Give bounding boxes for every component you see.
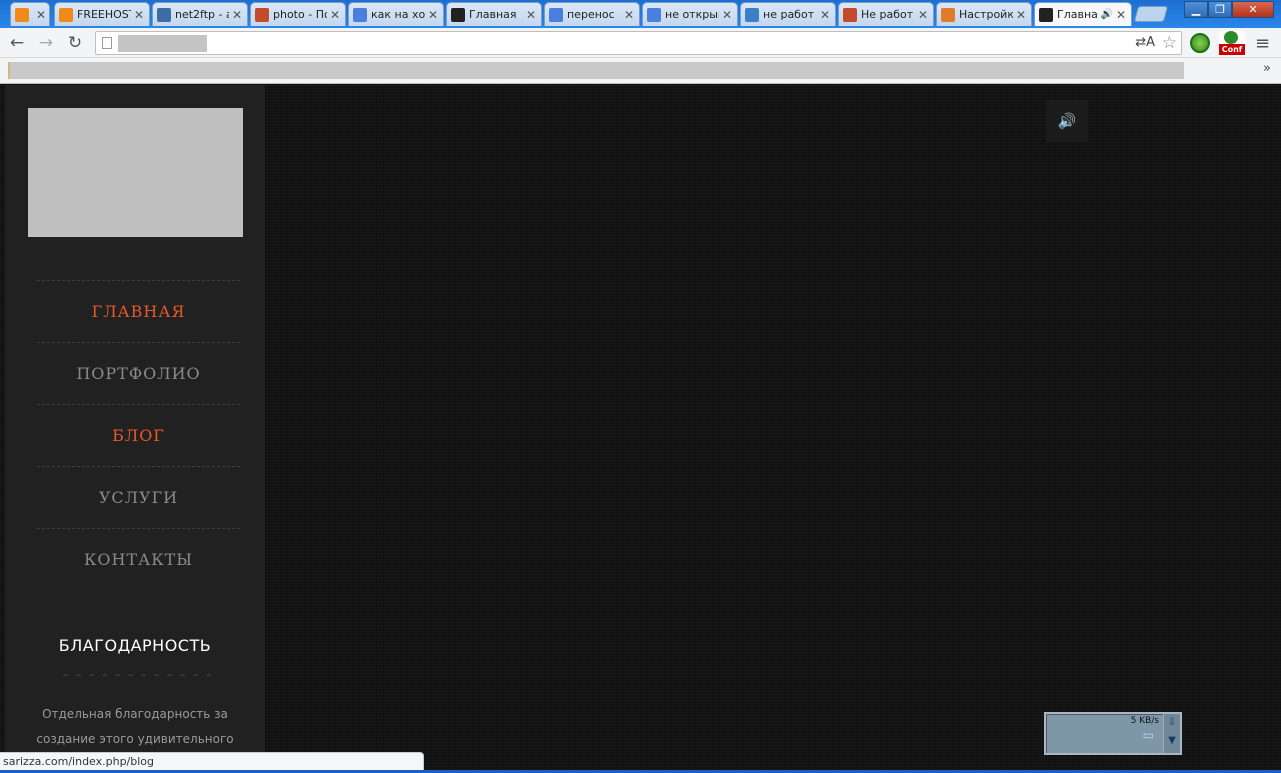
joomla-icon: [1039, 7, 1053, 22]
google-icon: [549, 7, 563, 22]
close-icon[interactable]: ✕: [525, 8, 537, 22]
close-icon[interactable]: ✕: [231, 8, 243, 22]
close-icon[interactable]: ✕: [721, 8, 733, 22]
thanks-divider: – – – – – – – – – – – –: [63, 668, 213, 681]
browser-tab[interactable]: FREEHOSTIA✕: [54, 2, 150, 26]
thanks-title: БЛАГОДАРНОСТЬ: [58, 636, 212, 655]
widget-download-icon[interactable]: ⇩: [1164, 714, 1180, 732]
browser-tab[interactable]: ✕: [10, 2, 50, 26]
joomla-icon: [843, 7, 857, 22]
translate-icon[interactable]: ⇄A: [1135, 35, 1155, 50]
tab-title: Главная: [469, 8, 517, 21]
logo-image[interactable]: [28, 108, 243, 237]
close-icon[interactable]: ✕: [1115, 8, 1127, 22]
tab-strip: ✕FREEHOSTIA✕net2ftp - a✕photo - Пои✕как …: [0, 0, 1281, 28]
chevron-down-icon[interactable]: ▼: [1164, 732, 1180, 750]
browser-tab[interactable]: net2ftp - a ✕: [152, 2, 248, 26]
page-icon: [102, 37, 112, 49]
freehostia-icon: [15, 7, 29, 22]
tab-title: не работ: [763, 8, 815, 21]
sound-toggle-button[interactable]: 🔊: [1046, 100, 1088, 142]
extension-conf-label: Conf: [1219, 44, 1245, 55]
browser-tab[interactable]: Настройк ✕: [936, 2, 1032, 26]
tab-title: как на хост: [371, 8, 425, 21]
close-window-button[interactable]: ✕: [1232, 1, 1274, 18]
net2ftp-icon: [157, 7, 171, 22]
browser-toolbar: ← → ↻ ⇄A ☆ Conf ≡: [0, 28, 1281, 58]
forward-button[interactable]: →: [35, 32, 57, 54]
widget-scroll[interactable]: ⇩ ▼: [1163, 714, 1180, 753]
joomla-icon: [255, 7, 269, 22]
tab-title: photo - Пои: [273, 8, 327, 21]
close-icon[interactable]: ✕: [623, 8, 635, 22]
tab-title: перенос: [567, 8, 615, 21]
close-icon[interactable]: ✕: [819, 8, 831, 22]
browser-tab[interactable]: Главная ✕: [446, 2, 542, 26]
nav-item[interactable]: УСЛУГИ: [37, 467, 240, 528]
status-bubble: sarizza.com/index.php/blog: [0, 752, 424, 770]
settings-site-icon: [941, 7, 955, 22]
browser-tab[interactable]: Главная🔊✕: [1034, 2, 1132, 26]
extension-green-icon[interactable]: [1190, 33, 1210, 53]
browser-tab[interactable]: не открыв ✕: [642, 2, 738, 26]
close-icon[interactable]: ✕: [1015, 8, 1027, 22]
chrome-menu-icon[interactable]: ≡: [1255, 33, 1270, 54]
browser-tab[interactable]: не работ ✕: [740, 2, 836, 26]
tab-title: не открыв: [665, 8, 719, 21]
close-icon[interactable]: ✕: [133, 8, 145, 22]
bookmark-star-icon[interactable]: ☆: [1162, 33, 1177, 53]
browser-tab[interactable]: Не работ ✕: [838, 2, 934, 26]
google-icon: [647, 7, 661, 22]
close-icon[interactable]: ✕: [329, 8, 341, 22]
nav-item[interactable]: БЛОГ: [37, 405, 240, 466]
tab-title: net2ftp - a: [175, 8, 229, 21]
url-redacted: [118, 35, 207, 52]
minimize-button[interactable]: ▁: [1184, 1, 1208, 18]
extension-conf-icon[interactable]: Conf: [1219, 31, 1245, 55]
network-monitor-widget[interactable]: 5 KB/s ▭ ⇩ ▼: [1044, 712, 1182, 755]
tab-title: Главная: [1057, 8, 1099, 21]
sidebar: ГЛАВНАЯ ПОРТФОЛИО БЛОГ УСЛУГИ КОНТАКТЫ БЛАГО…: [5, 85, 265, 773]
tab-title: Настройк: [959, 8, 1013, 21]
address-bar[interactable]: ⇄A ☆: [95, 31, 1182, 55]
main-nav: ГЛАВНАЯ ПОРТФОЛИО БЛОГ УСЛУГИ КОНТАКТЫ: [37, 280, 240, 590]
page-content: ГЛАВНАЯ ПОРТФОЛИО БЛОГ УСЛУГИ КОНТАКТЫ БЛАГО…: [0, 85, 1281, 773]
network-monitor-icon: ▭: [1142, 728, 1154, 742]
browser-tab[interactable]: photo - Пои✕: [250, 2, 346, 26]
tab-title: Не работ: [861, 8, 914, 21]
reload-button[interactable]: ↻: [64, 32, 86, 54]
google-icon: [353, 7, 367, 22]
freehostia-icon: [59, 7, 73, 22]
new-tab-button[interactable]: [1133, 6, 1169, 22]
nav-item[interactable]: КОНТАКТЫ: [37, 529, 240, 590]
bookmarks-overflow-icon[interactable]: »: [1263, 61, 1271, 76]
forum-icon: [745, 7, 759, 22]
browser-tab[interactable]: как на хост✕: [348, 2, 444, 26]
close-icon[interactable]: ✕: [35, 8, 47, 22]
bookmarks-bar: »: [0, 58, 1281, 84]
thanks-text: Отдельная благодарность за создание этог…: [36, 707, 234, 746]
network-speed: 5 KB/s: [1130, 716, 1159, 726]
back-button[interactable]: ←: [6, 32, 28, 54]
nav-item[interactable]: ПОРТФОЛИО: [37, 343, 240, 404]
restore-button[interactable]: ❐: [1208, 1, 1232, 18]
joomla-icon: [451, 7, 465, 22]
tab-audio-icon[interactable]: 🔊: [1101, 9, 1113, 20]
close-icon[interactable]: ✕: [917, 8, 929, 22]
tab-title: FREEHOSTIA: [77, 8, 131, 21]
browser-tab[interactable]: перенос ✕: [544, 2, 640, 26]
bookmarks-redacted: [8, 62, 1184, 79]
nav-item[interactable]: ГЛАВНАЯ: [37, 281, 240, 342]
close-icon[interactable]: ✕: [427, 8, 439, 22]
